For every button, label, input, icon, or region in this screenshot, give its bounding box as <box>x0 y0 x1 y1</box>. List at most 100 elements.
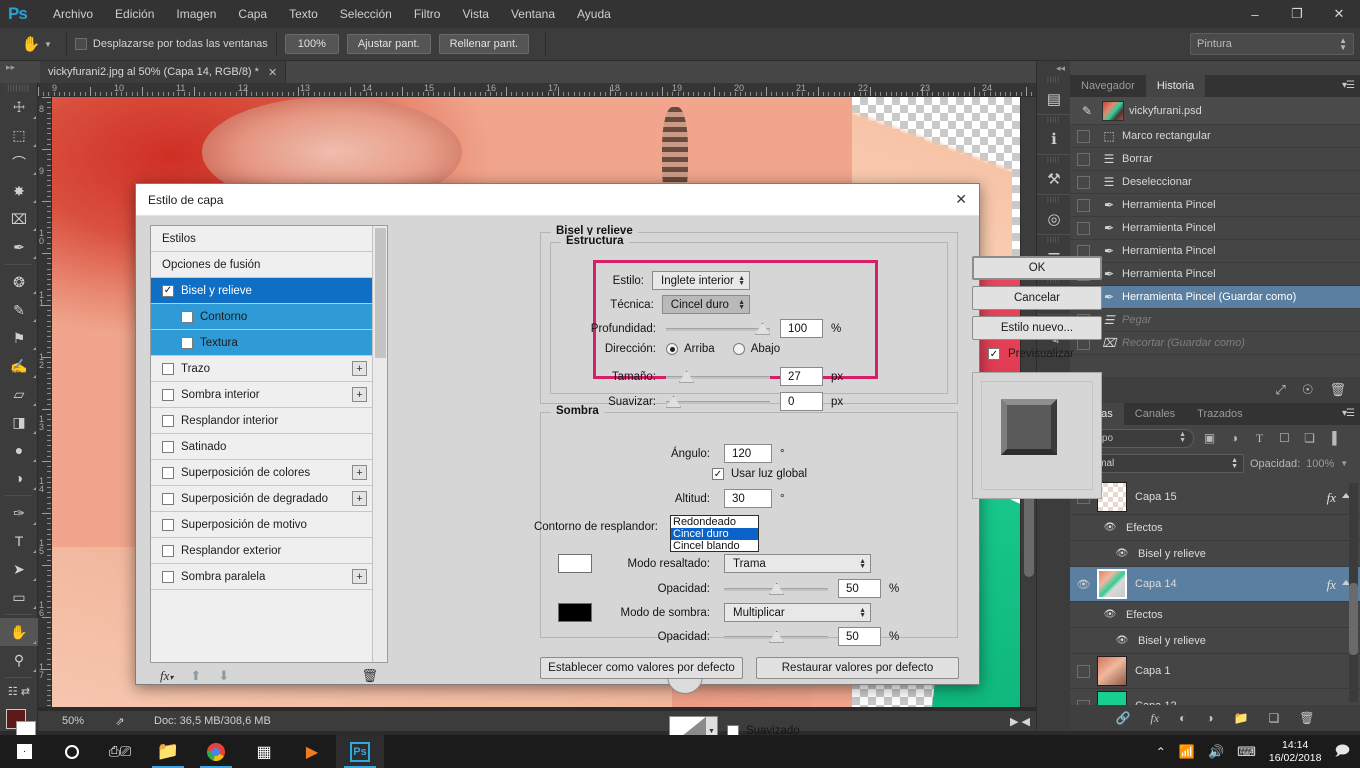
wifi-icon[interactable]: 📶 <box>1179 744 1195 760</box>
menu-item-ayuda[interactable]: Ayuda <box>566 0 622 28</box>
style-enable-checkbox[interactable] <box>162 544 174 557</box>
menu-item-edicin[interactable]: Edición <box>104 0 165 28</box>
close-button[interactable]: ✕ <box>1318 0 1360 28</box>
style-item-resplandor-exterior[interactable]: Resplandor exterior <box>151 538 373 564</box>
ok-button[interactable]: OK <box>972 256 1102 280</box>
style-item-estilos[interactable]: Estilos <box>151 226 373 252</box>
altitud-input[interactable]: 30 <box>724 489 772 508</box>
tecnica-option-cincelblando[interactable]: Cincel blando <box>671 540 758 552</box>
hand-tool-icon[interactable]: ✋ <box>0 618 38 646</box>
opacidad-resaltado-slider[interactable] <box>724 582 828 596</box>
add-effect-button[interactable]: + <box>352 465 367 480</box>
style-enable-checkbox[interactable] <box>162 466 174 479</box>
delete-icon[interactable]: 🗑 <box>1329 382 1346 398</box>
maximize-button[interactable]: ❐ <box>1276 0 1318 28</box>
add-effect-button[interactable]: + <box>352 491 367 506</box>
style-item-superposici-n-de-motivo[interactable]: Superposición de motivo <box>151 512 373 538</box>
move-tool-icon[interactable]: ☩ <box>0 93 38 121</box>
mask-icon[interactable]: ◐ <box>1179 711 1186 725</box>
show-hidden-icons-icon[interactable]: ⌃ <box>1156 745 1166 759</box>
panel-grip[interactable]: ||||| <box>1037 155 1070 164</box>
set-default-button[interactable]: Establecer como valores por defecto <box>540 657 743 679</box>
style-enable-checkbox[interactable] <box>162 518 174 531</box>
style-enable-checkbox[interactable] <box>162 570 174 583</box>
tab-historia[interactable]: Historia <box>1145 75 1206 97</box>
fx-icon[interactable]: fx <box>1327 490 1336 506</box>
creative-cloud-icon[interactable]: ◎ <box>1037 204 1071 234</box>
menu-item-archivo[interactable]: Archivo <box>42 0 104 28</box>
tamano-input[interactable]: 27 <box>780 367 823 386</box>
delete-icon[interactable]: 🗑 <box>361 668 378 684</box>
history-item[interactable]: ⌧ Recortar (Guardar como) <box>1070 332 1360 355</box>
close-icon[interactable]: ✕ <box>955 191 967 208</box>
tecnica-option-redondeado[interactable]: Redondeado <box>671 516 758 528</box>
info-icon[interactable]: ℹ <box>1037 124 1071 154</box>
panel-grip[interactable]: ||||| <box>1037 75 1070 84</box>
suavizar-input[interactable]: 0 <box>780 392 823 411</box>
style-item-textura[interactable]: Textura <box>151 330 373 356</box>
lasso-tool-icon[interactable]: ⌒ <box>0 149 38 177</box>
highlight-color-swatch[interactable] <box>558 554 592 573</box>
styles-list[interactable]: Estilos Opciones de fusión ✓ Bisel y reliev… <box>151 226 373 662</box>
add-effect-button[interactable]: + <box>352 569 367 584</box>
tamano-slider[interactable] <box>666 370 770 384</box>
style-item-sombra-interior[interactable]: Sombra interior + <box>151 382 373 408</box>
menu-item-vista[interactable]: Vista <box>451 0 499 28</box>
volume-icon[interactable]: 🔊 <box>1208 744 1224 760</box>
panel-menu-icon[interactable]: ▾☰ <box>1342 408 1355 419</box>
status-expand-icon[interactable]: ▶ ◀ <box>1010 715 1030 728</box>
global-light-row[interactable]: ✓ Usar luz global <box>712 468 807 480</box>
style-enable-checkbox[interactable] <box>162 362 174 375</box>
eye-visible-icon[interactable]: 👁 <box>1070 578 1097 591</box>
tecnica-dropdown-list[interactable]: Redondeado Cincel duro Cincel blando <box>670 515 759 552</box>
style-item-superposici-n-de-degradado[interactable]: Superposición de degradado + <box>151 486 373 512</box>
direccion-abajo-radio[interactable] <box>732 343 745 355</box>
magic-wand-tool-icon[interactable]: ✸ <box>0 177 38 205</box>
scrollbar-thumb[interactable] <box>1349 583 1358 655</box>
file-explorer-icon[interactable]: 📁 <box>144 735 192 768</box>
group-icon[interactable]: 📁 <box>1234 711 1249 725</box>
direccion-arriba-radio[interactable] <box>666 343 678 355</box>
blur-tool-icon[interactable]: ● <box>0 436 38 464</box>
calculator-icon[interactable]: ▦ <box>240 735 288 768</box>
style-item-superposici-n-de-colores[interactable]: Superposición de colores + <box>151 460 373 486</box>
new-layer-icon[interactable]: ❏ <box>1269 711 1280 725</box>
history-item[interactable]: ☰ Borrar <box>1070 148 1360 171</box>
history-source-checkbox[interactable] <box>1077 198 1090 212</box>
panel-grip[interactable]: |||||||| <box>0 83 37 93</box>
delete-layer-icon[interactable]: 🗑 <box>1299 711 1314 725</box>
reset-default-button[interactable]: Restaurar valores por defecto <box>756 657 959 679</box>
tab-navegador[interactable]: Navegador <box>1070 75 1146 97</box>
panel-menu-icon[interactable]: ▾☰ <box>1342 80 1355 91</box>
history-source-checkbox[interactable] <box>1077 175 1090 189</box>
hand-tool-icon[interactable]: ✋ <box>14 28 48 61</box>
tab-canales[interactable]: Canales <box>1124 403 1186 425</box>
angulo-input[interactable]: 120 <box>724 444 772 463</box>
filter-toggle-icon[interactable]: ▌ <box>1327 429 1346 448</box>
layer-effects-row[interactable]: 👁 Efectos <box>1070 515 1360 541</box>
eye-visible-icon[interactable]: 👁 <box>1100 522 1120 533</box>
pen-tool-icon[interactable]: ✑ <box>0 499 38 527</box>
opacidad-sombra-slider[interactable] <box>724 630 828 644</box>
menu-item-seleccin[interactable]: Selección <box>329 0 403 28</box>
close-icon[interactable]: ✕ <box>268 66 277 79</box>
link-icon[interactable]: 🔗 <box>1115 711 1130 725</box>
chevron-down-icon[interactable]: ▼ <box>44 40 52 49</box>
style-item-opciones-de-fusi-n[interactable]: Opciones de fusión <box>151 252 373 278</box>
collapse-panels-icon[interactable]: ▸▸ <box>6 62 15 73</box>
dodge-tool-icon[interactable]: ◑ <box>0 464 38 492</box>
style-item-contorno[interactable]: Contorno <box>151 304 373 330</box>
history-item[interactable]: ☰ Deseleccionar <box>1070 171 1360 194</box>
layers-list[interactable]: Capa 15 fx 👁 Efectos 👁 Bisel y relieve 👁 Capa 1… <box>1070 480 1360 705</box>
notification-icon[interactable]: 🗩 <box>1334 740 1350 764</box>
profundidad-slider[interactable] <box>666 322 770 336</box>
layer-row[interactable]: Capa 12 <box>1070 689 1360 705</box>
style-enable-checkbox[interactable] <box>162 388 174 401</box>
style-item-trazo[interactable]: Trazo + <box>151 356 373 382</box>
layer-effects-row[interactable]: 👁 Efectos <box>1070 602 1360 628</box>
task-view-icon[interactable]: ⎙⎚ <box>96 735 144 768</box>
type-filter-icon[interactable]: T <box>1250 429 1269 448</box>
crop-tool-icon[interactable]: ⌧ <box>0 205 38 233</box>
scroll-all-windows-checkbox[interactable]: Desplazarse por todas las ventanas <box>74 38 268 50</box>
history-item[interactable]: ✒ Herramienta Pincel <box>1070 263 1360 286</box>
